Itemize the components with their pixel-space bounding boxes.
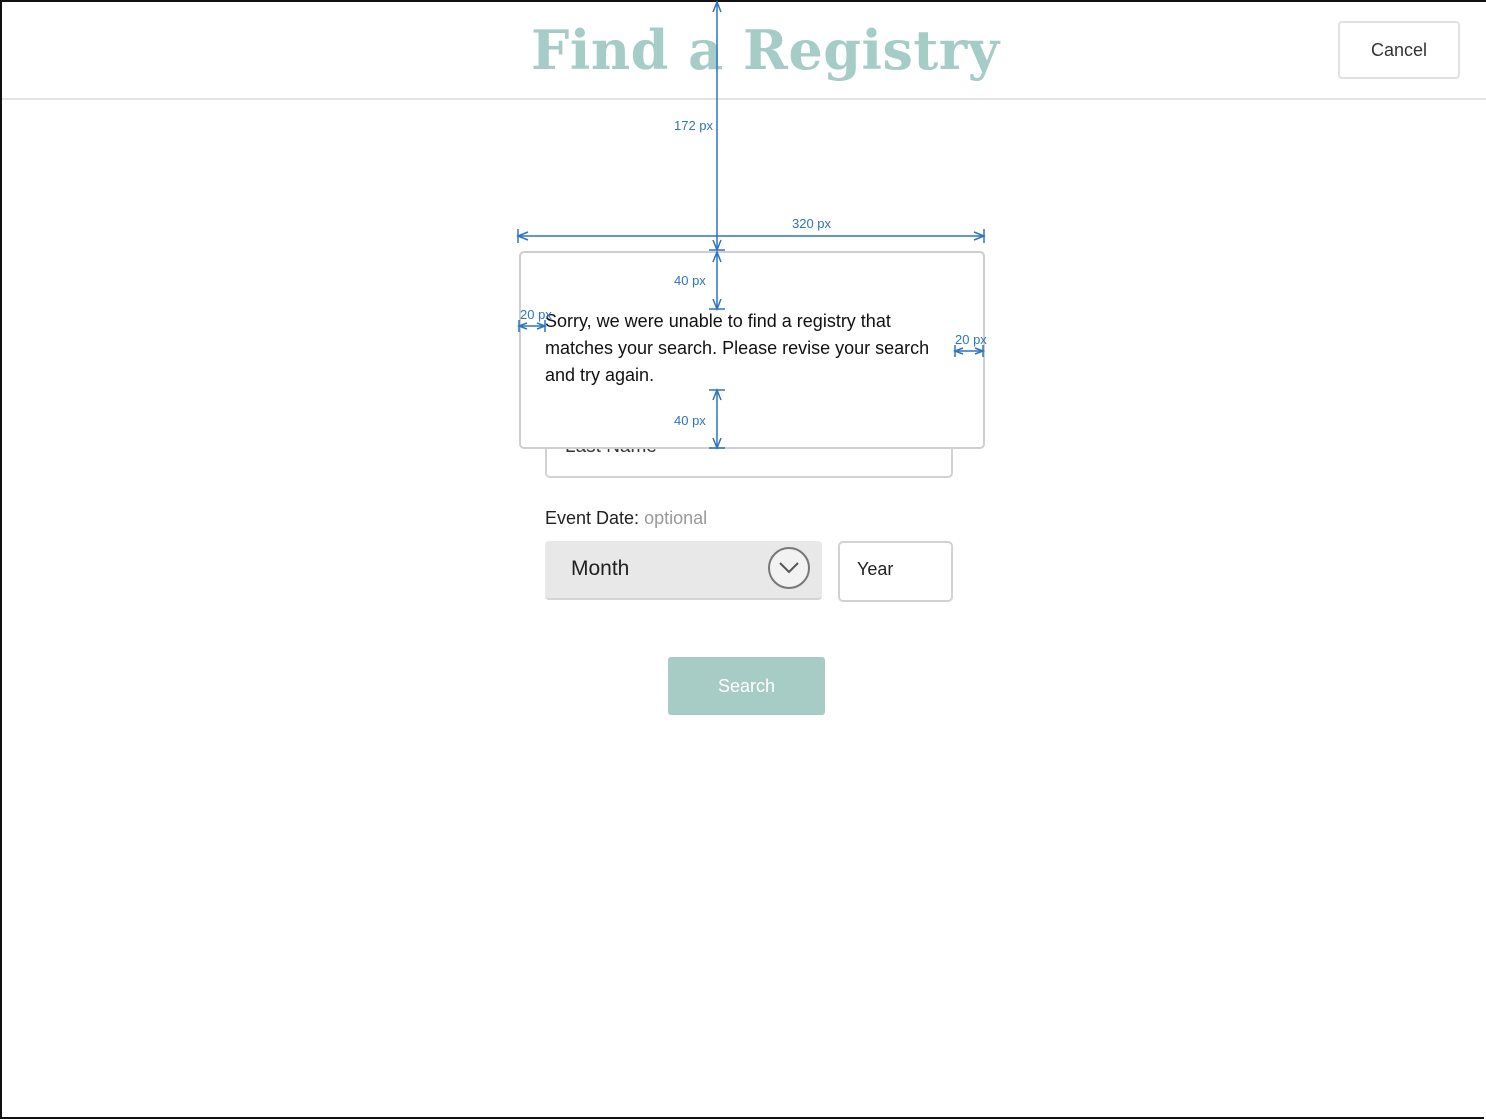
month-value: Month <box>571 557 630 580</box>
year-input[interactable]: Year <box>838 541 953 602</box>
search-button[interactable]: Search <box>668 657 825 715</box>
optional-hint: optional <box>644 508 708 528</box>
event-date-label-text: Event Date: <box>545 508 640 528</box>
page-title: Find a Registry <box>531 18 1000 82</box>
chevron-down-icon <box>768 547 810 589</box>
year-placeholder: Year <box>857 559 894 579</box>
cancel-button[interactable]: Cancel <box>1338 21 1460 79</box>
header-divider <box>2 98 1486 100</box>
top-border <box>0 0 1486 2</box>
event-date-label: Event Date: optional <box>545 508 707 529</box>
month-select[interactable]: Month <box>545 541 822 600</box>
error-message: Sorry, we were unable to find a registry… <box>545 311 930 385</box>
